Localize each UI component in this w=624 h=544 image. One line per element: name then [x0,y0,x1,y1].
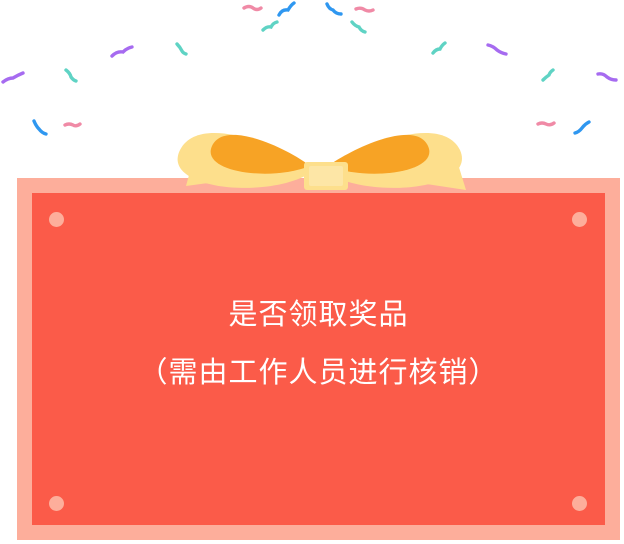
gift-popup: 是否领取奖品 （需由工作人员进行核销） [0,0,624,544]
gift-bow-icon [177,132,466,190]
